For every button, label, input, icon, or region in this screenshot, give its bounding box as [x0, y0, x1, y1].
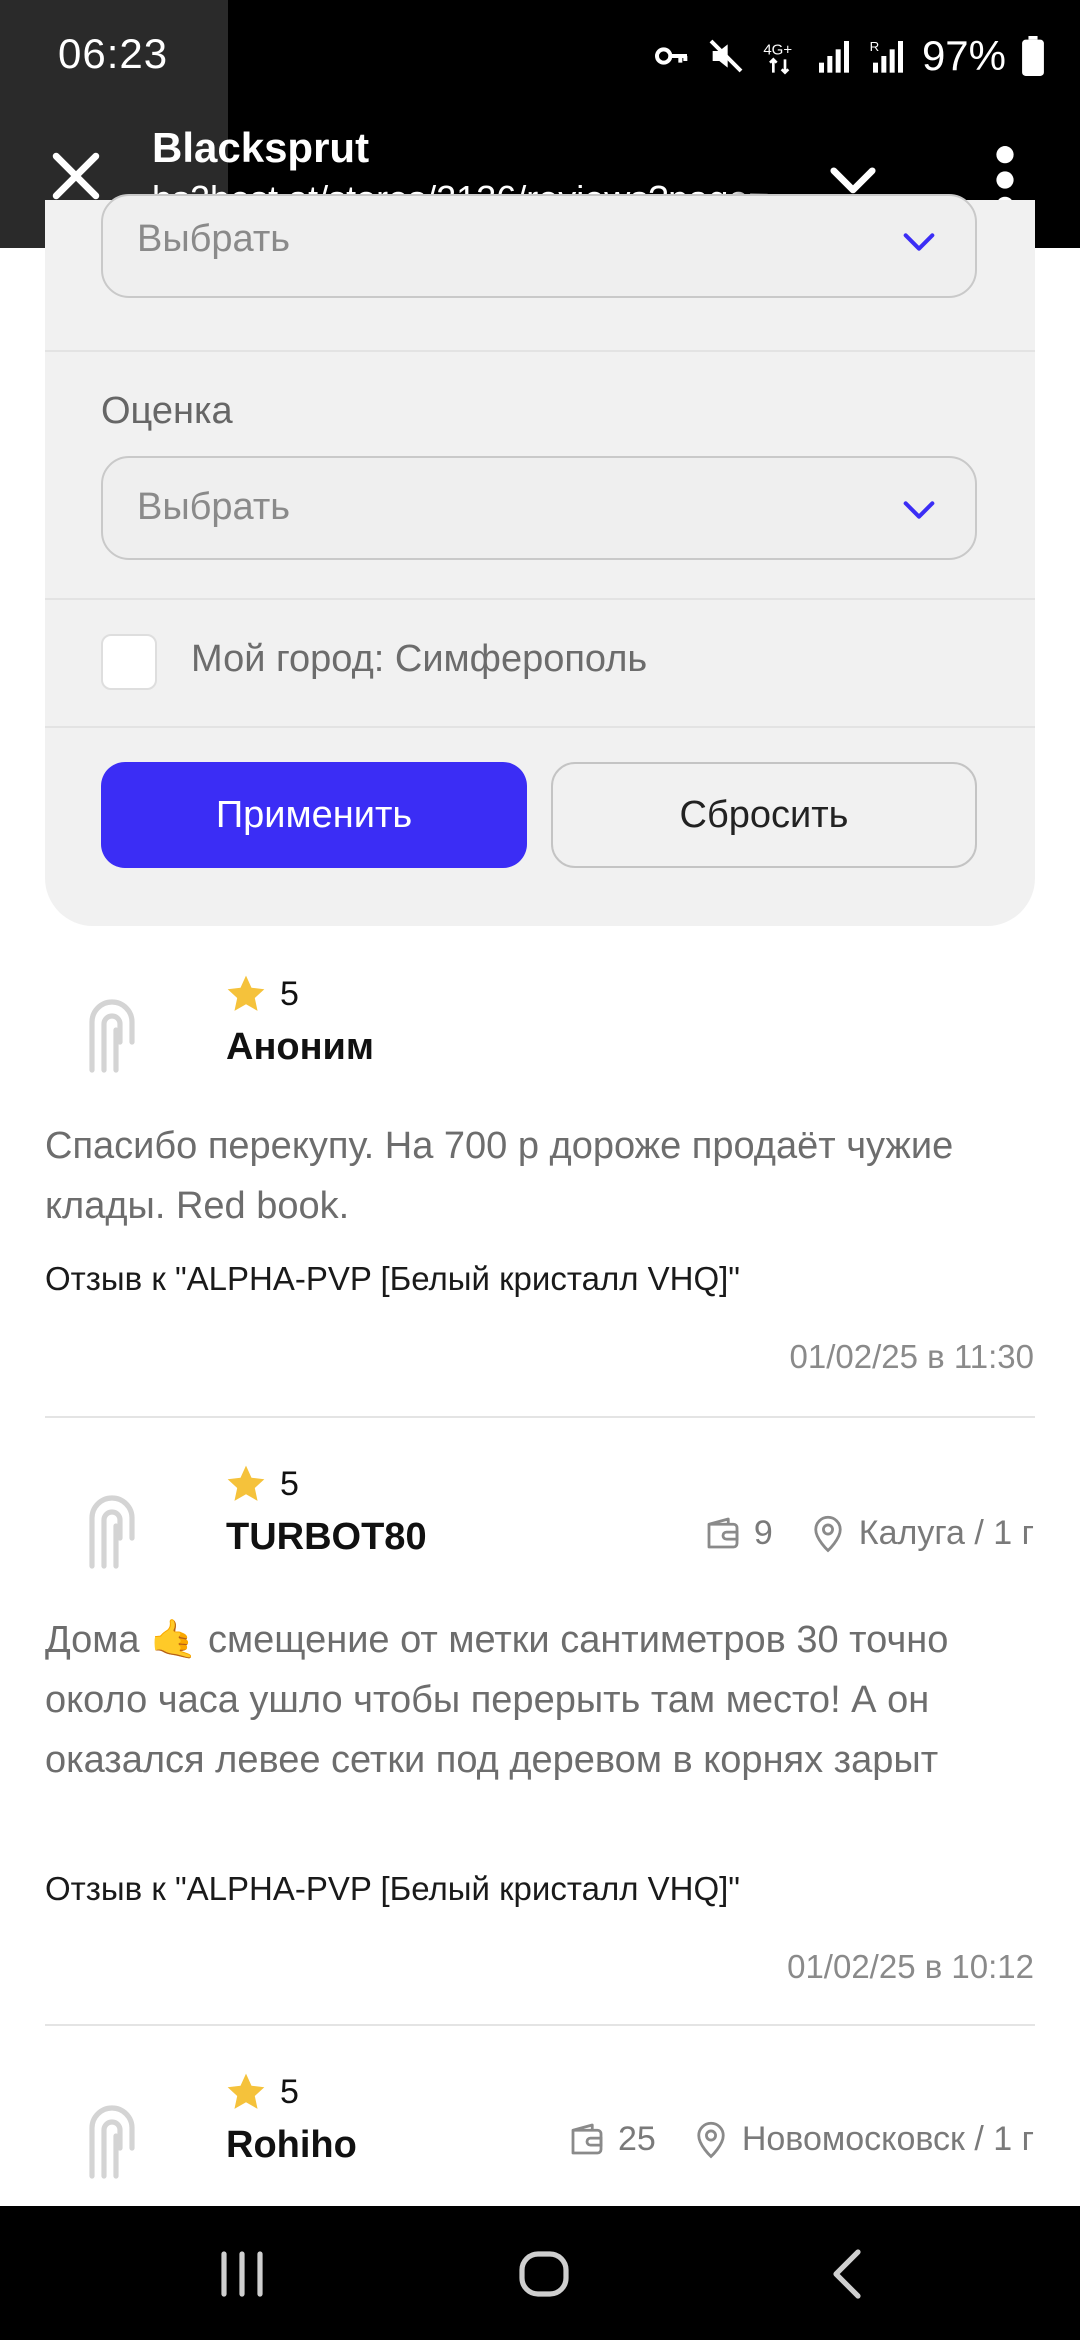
system-nav-bar	[0, 2206, 1080, 2340]
location-text: Новомосковск / 1 г	[741, 2119, 1034, 2158]
review-date: 01/02/25 в 10:12	[787, 1948, 1034, 1985]
star-icon	[227, 1465, 265, 1501]
signal-roaming-icon: R	[870, 39, 903, 73]
review-text: Дома 🤙 смещение от метки сантиметров 30 …	[45, 1619, 949, 1781]
status-time: 06:23	[58, 30, 169, 77]
rating-value: 5	[280, 2072, 299, 2111]
purchase-count: 25	[618, 2119, 656, 2158]
svg-text:R: R	[870, 39, 880, 54]
recent-apps-icon[interactable]	[212, 2244, 272, 2304]
review-author[interactable]: Аноним	[226, 1026, 374, 1069]
review-separator	[45, 1416, 1035, 1418]
rating-label: Оценка	[101, 390, 233, 432]
review-text: Спасибо перекупу. На 700 р дороже продаё…	[45, 1125, 954, 1227]
avatar	[89, 1495, 135, 1569]
location-pin-icon	[697, 2121, 725, 2159]
divider	[45, 598, 1035, 600]
rating-value: 5	[280, 974, 299, 1013]
avatar	[89, 999, 135, 1073]
my-city-checkbox[interactable]	[101, 634, 157, 690]
signal-icon	[818, 41, 849, 73]
star-icon	[227, 975, 265, 1011]
network-4g-icon: 4G+	[763, 41, 792, 75]
review-meta: 25 Новомосковск / 1 г	[566, 2118, 1034, 2160]
top-select[interactable]: Выбрать	[101, 194, 977, 298]
my-city-label: Мой город: Симферополь	[191, 638, 648, 680]
rating: 5	[224, 2070, 299, 2114]
rating-select-value: Выбрать	[137, 486, 291, 528]
chevron-down-icon	[903, 233, 935, 251]
wallet-icon	[707, 1517, 739, 1549]
apply-button[interactable]: Применить	[101, 762, 527, 868]
status-icons: 4G+ R 97%	[652, 28, 1046, 84]
mute-icon	[709, 39, 743, 73]
chevron-down-icon	[903, 501, 935, 519]
battery-icon	[1022, 36, 1044, 76]
svg-text:4G+: 4G+	[763, 41, 792, 58]
star-icon	[227, 2073, 265, 2109]
rating-select[interactable]: Выбрать	[101, 456, 977, 560]
back-icon[interactable]	[818, 2244, 878, 2304]
review-separator	[45, 2024, 1035, 2026]
wallet-icon	[571, 2123, 603, 2155]
divider	[45, 350, 1035, 352]
filter-panel: Выбрать Оценка Выбрать Мой город: Симфер…	[45, 194, 1035, 926]
review-author[interactable]: Rohiho	[226, 2124, 357, 2167]
location-text: Калуга / 1 г	[858, 1513, 1034, 1552]
review-author[interactable]: TURBOT80	[226, 1516, 427, 1559]
purchase-count: 9	[753, 1513, 773, 1552]
review-date: 01/02/25 в 11:30	[789, 1338, 1034, 1375]
rating: 5	[224, 972, 299, 1016]
review-product[interactable]: Отзыв к "ALPHA-PVP [Белый кристалл VHQ]"	[45, 1260, 740, 1298]
page-title: Blacksprut	[152, 124, 370, 171]
divider	[45, 726, 1035, 728]
review-product[interactable]: Отзыв к "ALPHA-PVP [Белый кристалл VHQ]"	[45, 1870, 740, 1908]
home-icon[interactable]	[514, 2244, 574, 2304]
battery-percent: 97%	[921, 32, 1006, 79]
location-pin-icon	[814, 1515, 842, 1553]
status-bar: 06:23 4G+ R 97%	[0, 0, 1080, 248]
rating: 5	[224, 1462, 299, 1506]
rating-value: 5	[280, 1464, 299, 1503]
reset-button[interactable]: Сбросить	[551, 762, 977, 868]
avatar	[89, 2105, 135, 2179]
top-select-value: Выбрать	[137, 218, 291, 260]
review-meta: 9 Калуга / 1 г	[702, 1512, 1034, 1554]
vpn-key-icon	[654, 47, 688, 65]
